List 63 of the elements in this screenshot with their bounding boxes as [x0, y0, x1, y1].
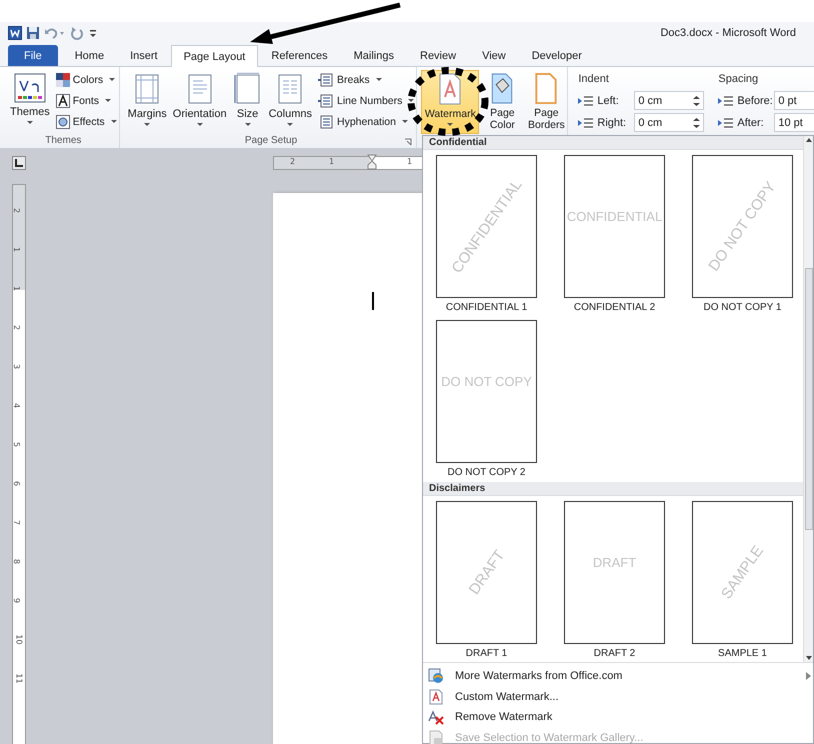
- ruler-number: 3: [12, 364, 22, 370]
- ribbon-tab[interactable]: Mailings: [340, 45, 407, 66]
- field-label: Left:: [597, 94, 620, 106]
- ruler-number: 1: [12, 286, 22, 292]
- theme-option-button[interactable]: Effects: [54, 112, 119, 131]
- page-background-button[interactable]: Watermark: [421, 70, 480, 134]
- spin-field[interactable]: 0 cm: [634, 91, 704, 110]
- field-label: After:: [737, 116, 765, 128]
- ruler-number: 1: [12, 246, 22, 252]
- ruler-number: 10: [14, 634, 24, 645]
- menu-item[interactable]: Custom Watermark...: [423, 686, 813, 707]
- theme-option-button[interactable]: Fonts: [54, 91, 119, 110]
- window-title: Doc3.docx - Microsoft Word: [660, 27, 796, 39]
- page-setup-option-button[interactable]: Line Numbers: [316, 91, 416, 110]
- section-title: Spacing: [718, 73, 760, 85]
- spin-field[interactable]: 0 pt: [774, 91, 814, 110]
- watermark-text: DRAFT: [592, 555, 636, 570]
- page-setup-option-button[interactable]: Breaks: [316, 70, 416, 89]
- ribbon-tab[interactable]: Insert: [117, 45, 171, 66]
- spin-field[interactable]: 10 pt: [774, 113, 814, 132]
- ruler-number: 6: [12, 480, 22, 486]
- ribbon-tab[interactable]: Developer: [518, 45, 595, 66]
- watermark-option[interactable]: DRAFT DRAFT 2: [564, 501, 692, 662]
- themes-button[interactable]: Themes: [8, 70, 52, 127]
- page-setup-button[interactable]: Orientation: [170, 70, 229, 129]
- section-header: Disclaimers: [423, 482, 803, 496]
- ribbon-tab[interactable]: View: [469, 45, 519, 66]
- page-setup-button[interactable]: Margins: [126, 70, 169, 129]
- field-label: Right:: [597, 116, 628, 128]
- ruler-number: 11: [14, 673, 24, 684]
- section-header: Confidential: [423, 136, 803, 150]
- menu-item[interactable]: Remove Watermark: [423, 707, 813, 728]
- ribbon-tab[interactable]: File: [8, 45, 58, 66]
- ruler-number: 8: [12, 558, 22, 564]
- watermark-option[interactable]: CONFIDENTIAL CONFIDENTIAL 2: [564, 155, 692, 317]
- ruler-number: 4: [12, 402, 22, 408]
- field-label: Before:: [737, 94, 772, 106]
- page-setup-button[interactable]: Size: [230, 70, 265, 129]
- page-setup-option-button[interactable]: Hyphenation: [316, 112, 416, 131]
- page-background-button[interactable]: Page Borders: [525, 70, 568, 134]
- ribbon-tab[interactable]: Home: [62, 45, 118, 66]
- ruler-number: 1: [407, 157, 412, 166]
- ruler-number: 2: [290, 157, 296, 166]
- watermark-text: DO NOT COPY: [441, 374, 532, 389]
- watermark-option[interactable]: DO NOT COPY DO NOT COPY 2: [436, 320, 564, 482]
- ruler-number: 7: [12, 520, 22, 526]
- ruler-number: 1: [329, 157, 334, 166]
- group-label: Page Setup: [244, 135, 298, 148]
- group-label: Themes: [44, 135, 82, 148]
- ruler-number: 2: [12, 208, 22, 214]
- menu-item[interactable]: More Watermarks from Office.com: [423, 666, 813, 686]
- watermark-text: CONFIDENTIAL: [566, 209, 662, 224]
- section-title: Indent: [578, 73, 610, 85]
- ruler-number: 5: [12, 442, 22, 448]
- theme-option-button[interactable]: Colors: [54, 70, 119, 89]
- ruler-number: 9: [12, 598, 22, 604]
- ribbon-tab[interactable]: Page Layout: [170, 45, 258, 67]
- page-background-button[interactable]: Page Color: [481, 70, 524, 134]
- ribbon-tab[interactable]: References: [258, 45, 341, 66]
- ruler-number: 2: [12, 324, 22, 330]
- ribbon-tab[interactable]: Review: [407, 45, 470, 66]
- spin-field[interactable]: 0 cm: [634, 113, 704, 132]
- page-setup-button[interactable]: Columns: [266, 70, 314, 129]
